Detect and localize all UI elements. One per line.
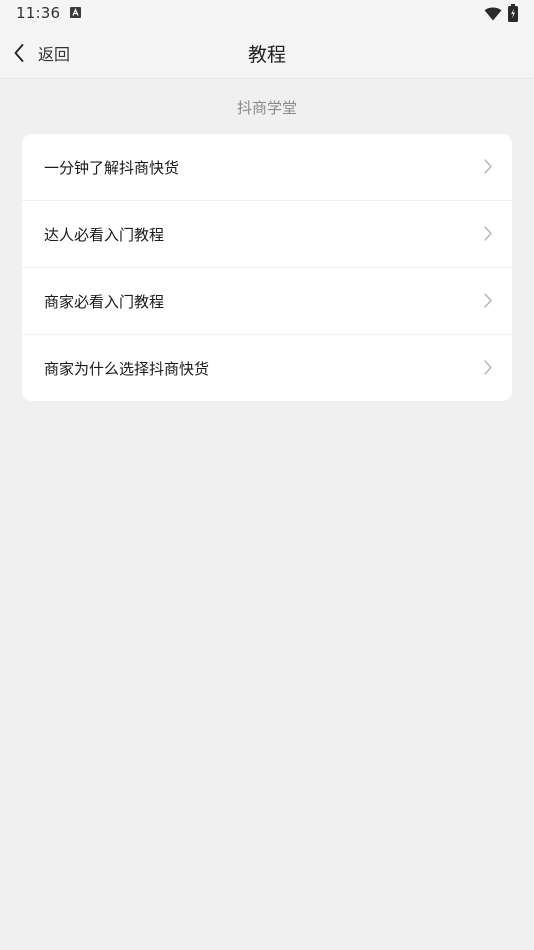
status-bar: 11:36 (0, 0, 534, 28)
chevron-right-icon (484, 360, 492, 375)
battery-charging-icon (508, 4, 518, 26)
chevron-right-icon (484, 226, 492, 241)
list-item-tutorial-4[interactable]: 商家为什么选择抖商快货 (22, 335, 512, 401)
list-item-label: 商家为什么选择抖商快货 (44, 360, 210, 378)
status-time: 11:36 (16, 4, 61, 22)
chevron-right-icon (484, 159, 492, 174)
chevron-right-icon (484, 293, 492, 308)
tutorial-list: 一分钟了解抖商快货 达人必看入门教程 商家必看入门教程 商家为什么选择抖商快货 (22, 134, 512, 401)
list-item-tutorial-3[interactable]: 商家必看入门教程 (22, 268, 512, 335)
navigation-header: 返回 教程 (0, 28, 534, 79)
page-title: 教程 (247, 44, 286, 66)
list-item-tutorial-2[interactable]: 达人必看入门教程 (22, 201, 512, 268)
notification-a-icon (70, 7, 81, 18)
wifi-icon (484, 6, 502, 25)
list-item-label: 一分钟了解抖商快货 (44, 158, 180, 177)
list-item-label: 商家必看入门教程 (44, 292, 165, 311)
list-item-tutorial-1[interactable]: 一分钟了解抖商快货 (22, 134, 512, 201)
section-title: 抖商学堂 (236, 99, 297, 117)
list-item-label: 达人必看入门教程 (44, 225, 165, 244)
